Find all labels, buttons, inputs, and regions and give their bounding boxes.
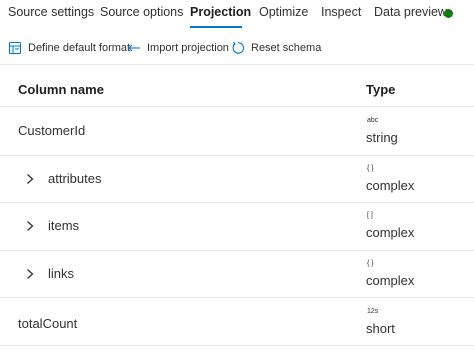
reset-schema-label: Reset schema xyxy=(251,42,322,54)
chevron-right-icon[interactable] xyxy=(24,268,36,280)
status-indicator xyxy=(444,9,453,18)
chevron-right-icon[interactable] xyxy=(24,173,36,185)
import-projection-label: Import projection xyxy=(147,42,229,54)
reset-icon xyxy=(232,41,245,54)
column-name: links xyxy=(48,266,75,281)
active-tab-indicator xyxy=(190,26,242,28)
toolbar-divider xyxy=(0,64,474,65)
column-type: complex xyxy=(366,225,415,240)
chevron-right-icon[interactable] xyxy=(24,220,36,232)
type-header: Type xyxy=(366,82,396,97)
table-row[interactable]: attributes { } complex xyxy=(0,156,474,204)
format-icon xyxy=(8,41,22,55)
tab-bar: Source settings Source options Projectio… xyxy=(0,0,474,28)
define-default-format-button[interactable]: Define default format xyxy=(8,38,130,58)
row-divider xyxy=(0,345,474,346)
define-default-format-label: Define default format xyxy=(28,42,131,54)
column-type: string xyxy=(366,130,398,145)
tab-source-options[interactable]: Source options xyxy=(100,5,183,19)
complex-array-type-icon: [ ] xyxy=(367,212,373,219)
complex-object-type-icon: { } xyxy=(367,165,374,172)
column-name: CustomerId xyxy=(18,123,86,138)
import-arrow-icon xyxy=(128,44,140,52)
tab-data-preview[interactable]: Data preview xyxy=(374,5,447,19)
complex-object-type-icon: { } xyxy=(367,260,374,267)
table-row[interactable]: totalCount 12s short xyxy=(0,298,474,346)
column-name-header: Column name xyxy=(18,82,104,97)
tab-optimize[interactable]: Optimize xyxy=(259,5,308,19)
tab-inspect[interactable]: Inspect xyxy=(321,5,361,19)
column-type: complex xyxy=(366,178,415,193)
table-row[interactable]: links { } complex xyxy=(0,251,474,299)
column-type: short xyxy=(366,321,395,336)
string-type-icon: abc xyxy=(367,117,379,124)
table-row[interactable]: items [ ] complex xyxy=(0,203,474,251)
column-name: attributes xyxy=(48,171,102,186)
tab-source-settings[interactable]: Source settings xyxy=(8,5,94,19)
reset-schema-button[interactable]: Reset schema xyxy=(231,38,321,58)
column-name: totalCount xyxy=(18,316,78,331)
toolbar: Define default format Import projection … xyxy=(0,38,474,58)
short-type-icon: 12s xyxy=(367,308,379,315)
tab-projection[interactable]: Projection xyxy=(190,5,251,19)
column-type: complex xyxy=(366,273,415,288)
column-name: items xyxy=(48,218,80,233)
import-projection-button[interactable]: Import projection xyxy=(127,38,229,58)
table-row[interactable]: CustomerId abc string xyxy=(0,107,474,155)
